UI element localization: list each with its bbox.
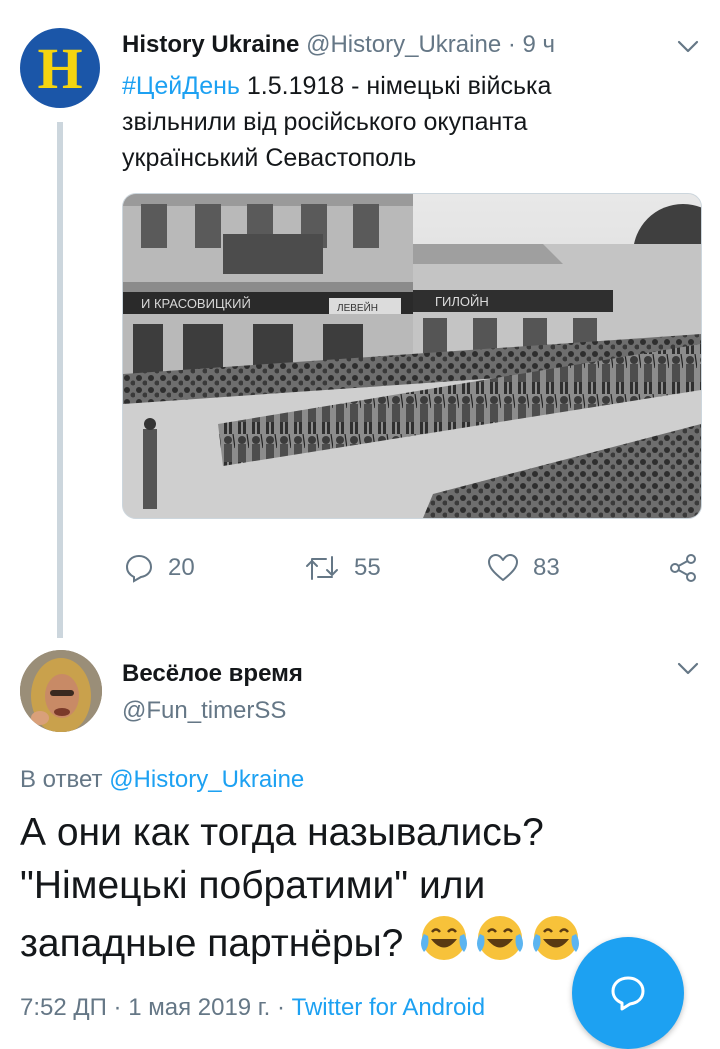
- laughing-crying-emoji-icon: [477, 916, 524, 960]
- reply-prefix: В ответ: [20, 766, 110, 793]
- tweet-text-line-3: український Севастополь: [122, 144, 417, 172]
- reply-date: 1 мая 2019 г.: [128, 994, 271, 1021]
- footer-dot: ·: [270, 994, 292, 1021]
- caret-down-icon[interactable]: [677, 40, 699, 54]
- like-count: 83: [533, 554, 560, 581]
- parent-tweet-header: History Ukraine @History_Ukraine · 9 ч: [122, 31, 555, 59]
- reply-text-line-3: западные партнёры?: [20, 922, 404, 965]
- parent-tweet-text: #ЦейДень 1.5.1918 - німецькі війська зві…: [122, 68, 682, 176]
- laughing-crying-emoji-icon: [533, 916, 580, 960]
- reply-display-name[interactable]: Весёлое время: [122, 660, 303, 688]
- fun-timer-avatar[interactable]: [20, 650, 102, 732]
- photo-sign-left: И КРАСОВИЦКИЙ: [141, 296, 251, 311]
- like-icon: [488, 554, 518, 581]
- tweet-text-line-1: 1.5.1918 - німецькі війська: [239, 72, 552, 100]
- reply-timestamp-line: 7:52 ДП · 1 мая 2019 г. · Twitter for An…: [20, 994, 485, 1022]
- parent-handle[interactable]: @History_Ukraine: [306, 31, 501, 58]
- photo-sign-right: ГИЛОЙН: [435, 294, 489, 309]
- reply-text-line-2: "Німецькі побратими" или: [20, 864, 486, 907]
- reply-tweet-text: А они как тогда назывались? "Німецькі по…: [20, 806, 680, 970]
- reply-mention-link[interactable]: @History_Ukraine: [109, 766, 304, 793]
- reply-count: 20: [168, 554, 195, 581]
- laughing-crying-emoji-icon: [421, 916, 468, 960]
- reply-handle[interactable]: @Fun_timerSS: [122, 697, 286, 725]
- tweet-photo[interactable]: И КРАСОВИЦКИЙ ЛЕВЕЙН ГИЛОЙН: [122, 193, 702, 519]
- share-icon[interactable]: [668, 553, 698, 583]
- reply-icon: [125, 554, 153, 583]
- retweet-action[interactable]: 55: [304, 548, 381, 588]
- retweet-icon: [306, 556, 338, 580]
- retweet-count: 55: [354, 554, 381, 581]
- tweet-text-line-2: звільнили від російського окупанта: [122, 108, 528, 136]
- reply-context: В ответ @History_Ukraine: [20, 766, 304, 794]
- parent-time: 9 ч: [522, 31, 556, 58]
- reply-time: 7:52 ДП: [20, 994, 107, 1021]
- parent-display-name[interactable]: History Ukraine: [122, 31, 299, 58]
- reply-text-line-1: А они как тогда назывались?: [20, 811, 544, 854]
- tweet-source-link[interactable]: Twitter for Android: [292, 994, 485, 1021]
- thread-line: [57, 122, 63, 638]
- compose-reply-icon: [611, 976, 645, 1011]
- photo-sign-mid: ЛЕВЕЙН: [337, 301, 378, 314]
- caret-down-icon[interactable]: [677, 662, 699, 676]
- meta-separator: ·: [507, 31, 516, 58]
- history-ukraine-avatar[interactable]: H: [20, 28, 100, 108]
- hashtag-link[interactable]: #ЦейДень: [122, 72, 240, 100]
- footer-dot: ·: [106, 994, 129, 1021]
- reply-action[interactable]: 20: [124, 548, 195, 588]
- like-action[interactable]: 83: [487, 548, 560, 588]
- compose-reply-button[interactable]: [572, 937, 684, 1049]
- avatar-letter: H: [37, 36, 83, 101]
